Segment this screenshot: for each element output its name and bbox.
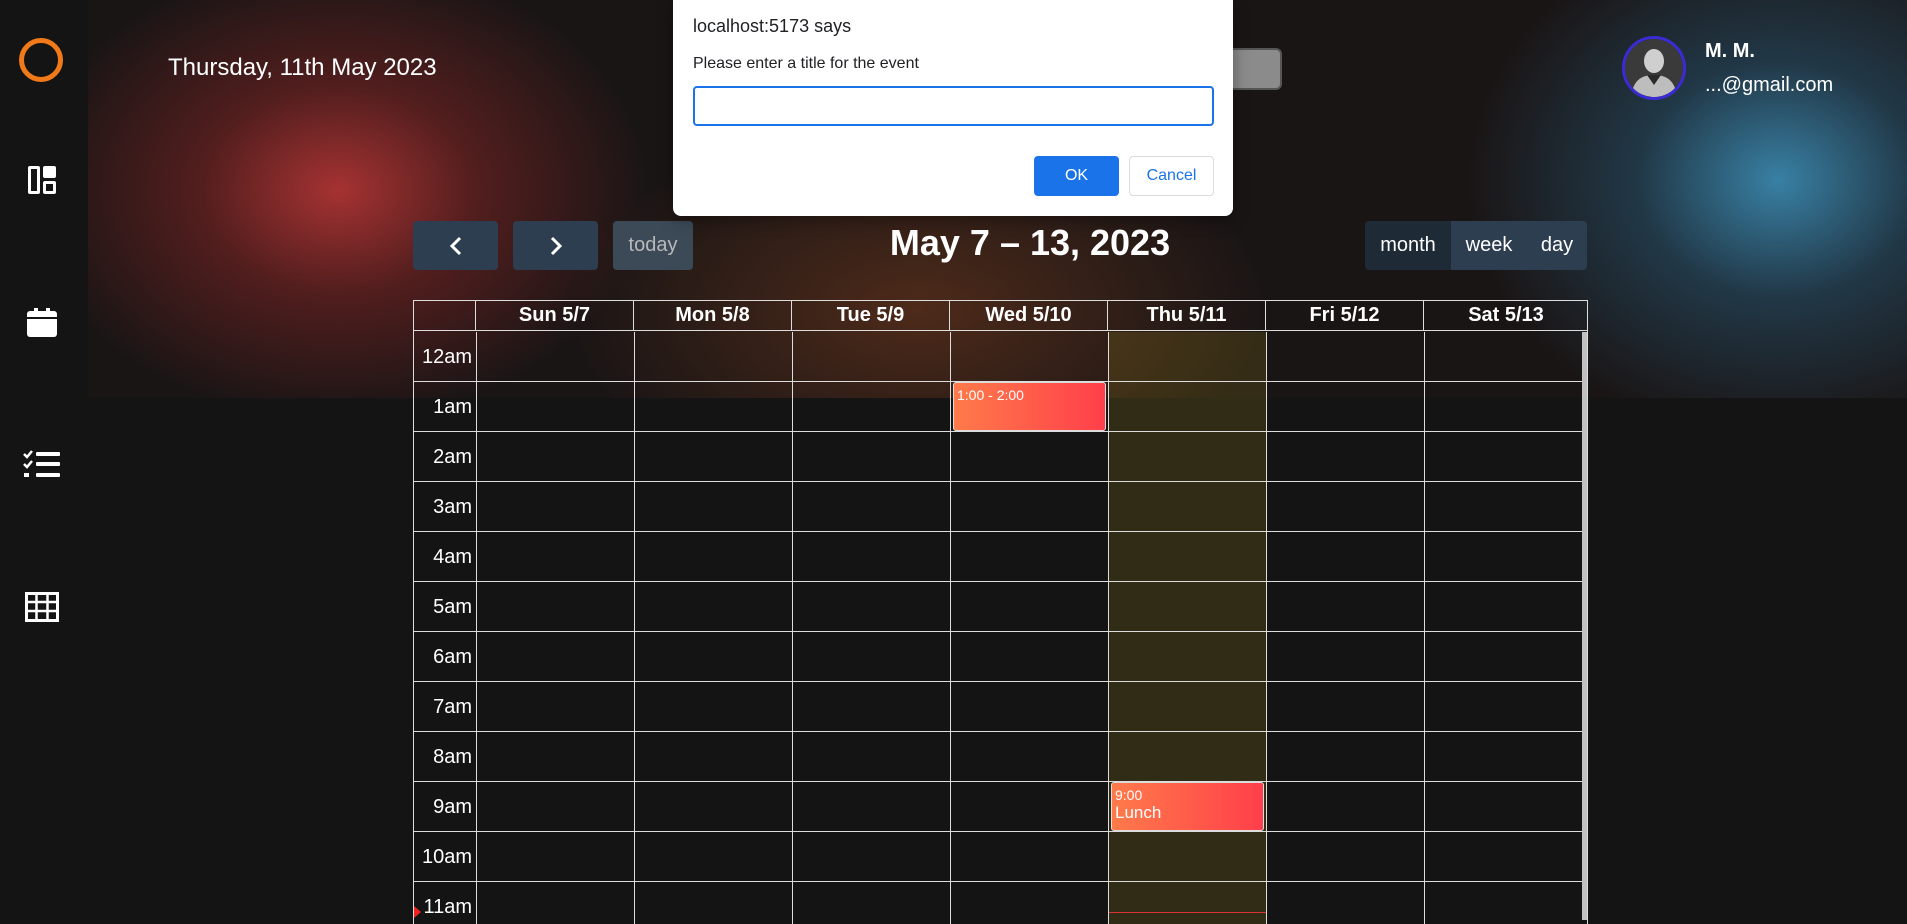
time-slot-row[interactable]: 11am xyxy=(414,882,1583,924)
next-button[interactable] xyxy=(513,221,598,270)
calendar-event[interactable]: 9:00 Lunch xyxy=(1111,782,1264,831)
today-button[interactable]: today xyxy=(613,221,693,270)
time-label: 9am xyxy=(433,796,472,818)
time-slot-row[interactable]: 6am xyxy=(414,632,1583,682)
time-label: 3am xyxy=(433,496,472,518)
current-date: Thursday, 11th May 2023 xyxy=(168,54,437,81)
time-slot-row[interactable]: 8am xyxy=(414,732,1583,782)
time-slot-row[interactable]: 3am xyxy=(414,482,1583,532)
time-slot-row[interactable]: 9am xyxy=(414,782,1583,832)
time-label: 6am xyxy=(433,646,472,668)
prev-button[interactable] xyxy=(413,221,498,270)
chevron-left-icon xyxy=(449,236,461,255)
calendar-header-row: Sun 5/7 Mon 5/8 Tue 5/9 Wed 5/10 Thu 5/1… xyxy=(414,301,1587,331)
time-label: 2am xyxy=(433,446,472,468)
dashboard-icon[interactable] xyxy=(22,160,62,200)
time-label: 11am xyxy=(423,896,472,918)
day-header[interactable]: Tue 5/9 xyxy=(792,301,950,330)
view-week-button[interactable]: week xyxy=(1451,221,1527,270)
week-calendar: Sun 5/7 Mon 5/8 Tue 5/9 Wed 5/10 Thu 5/1… xyxy=(413,300,1588,924)
time-label: 7am xyxy=(433,696,472,718)
day-header[interactable]: Thu 5/11 xyxy=(1108,301,1266,330)
time-label: 10am xyxy=(421,846,472,868)
time-label: 4am xyxy=(433,546,472,568)
day-header[interactable]: Sun 5/7 xyxy=(476,301,634,330)
event-title-input[interactable] xyxy=(693,86,1214,126)
time-slot-row[interactable]: 5am xyxy=(414,582,1583,632)
time-label: 12am xyxy=(421,346,472,368)
checklist-icon[interactable] xyxy=(22,445,62,485)
time-slot-row[interactable]: 7am xyxy=(414,682,1583,732)
time-slot-row[interactable]: 4am xyxy=(414,532,1583,582)
ok-button[interactable]: OK xyxy=(1034,156,1119,196)
calendar-event[interactable]: 1:00 - 2:00 xyxy=(953,382,1106,431)
event-time: 9:00 xyxy=(1115,787,1143,803)
view-day-button[interactable]: day xyxy=(1527,221,1587,270)
event-title: Lunch xyxy=(1115,803,1162,822)
calendar-scrollbar[interactable] xyxy=(1582,332,1587,920)
prompt-dialog: localhost:5173 says Please enter a title… xyxy=(673,0,1233,216)
dialog-origin: localhost:5173 says xyxy=(693,16,852,36)
user-name: M. M. xyxy=(1705,40,1755,62)
avatar[interactable] xyxy=(1622,36,1686,100)
event-time: 1:00 - 2:00 xyxy=(957,387,1024,403)
view-month-button[interactable]: month xyxy=(1365,221,1451,270)
view-switcher: month week day xyxy=(1365,221,1587,270)
logo-icon[interactable] xyxy=(19,38,63,82)
table-icon[interactable] xyxy=(22,587,62,627)
time-slot-row[interactable]: 10am xyxy=(414,832,1583,882)
day-header[interactable]: Sat 5/13 xyxy=(1424,301,1587,330)
time-slot-row[interactable]: 2am xyxy=(414,432,1583,482)
dialog-message: Please enter a title for the event xyxy=(693,55,919,72)
time-label: 5am xyxy=(433,596,472,618)
day-header[interactable]: Fri 5/12 xyxy=(1266,301,1424,330)
time-label: 1am xyxy=(433,396,472,418)
calendar-grid[interactable]: 12am 1am 2am 3am 4am 5am 6am 7am 8am 9am 10am 11am 1… xyxy=(414,332,1583,924)
time-slot-row[interactable]: 12am xyxy=(414,332,1583,382)
app-root: Thursday, 11th May 2023 M. M. ...@gmail.… xyxy=(0,0,1907,924)
calendar-icon[interactable] xyxy=(22,303,62,343)
date-range-title: May 7 – 13, 2023 xyxy=(889,222,1171,263)
time-label: 8am xyxy=(433,746,472,768)
day-header[interactable]: Mon 5/8 xyxy=(634,301,792,330)
user-email: ...@gmail.com xyxy=(1705,74,1834,96)
header-gutter xyxy=(414,301,476,330)
chevron-right-icon xyxy=(550,236,562,255)
cancel-button[interactable]: Cancel xyxy=(1129,156,1214,196)
sidebar xyxy=(0,0,88,924)
day-header[interactable]: Wed 5/10 xyxy=(950,301,1108,330)
